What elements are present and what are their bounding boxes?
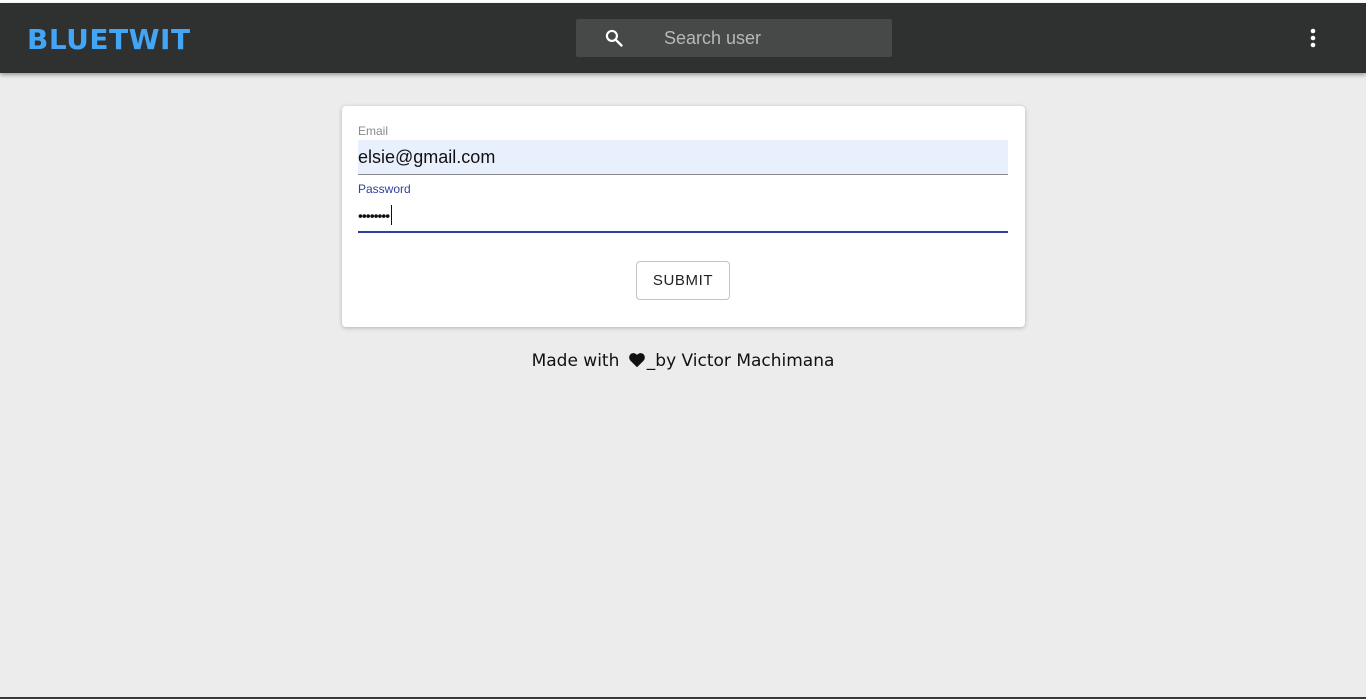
email-label: Email (358, 124, 389, 138)
app-bar: BLUETWIT (0, 3, 1366, 73)
text-caret (391, 205, 393, 225)
email-field[interactable] (358, 140, 1008, 175)
password-field[interactable]: •••••••• (358, 198, 1008, 233)
more-vert-icon (1310, 28, 1316, 48)
more-menu-button[interactable] (1300, 23, 1326, 53)
footer-prefix: Made with (531, 351, 620, 371)
email-input[interactable] (358, 140, 1008, 174)
brand-logo[interactable]: BLUETWIT (27, 23, 191, 57)
password-masked-value: •••••••• (358, 207, 390, 224)
heart-icon (628, 353, 645, 368)
page: BLUETWIT Email Password •••••••• SUBMIT (0, 0, 1366, 699)
search-box[interactable] (576, 19, 892, 57)
search-input[interactable] (664, 19, 884, 57)
footer-credit: Made with _by Victor Machimana (0, 351, 1366, 371)
login-form-card: Email Password •••••••• SUBMIT (342, 106, 1025, 327)
password-input[interactable]: •••••••• (358, 205, 393, 227)
submit-button[interactable]: SUBMIT (636, 261, 730, 300)
password-label: Password (358, 182, 411, 196)
search-icon (605, 29, 623, 47)
footer-author: _by Victor Machimana (646, 351, 835, 371)
